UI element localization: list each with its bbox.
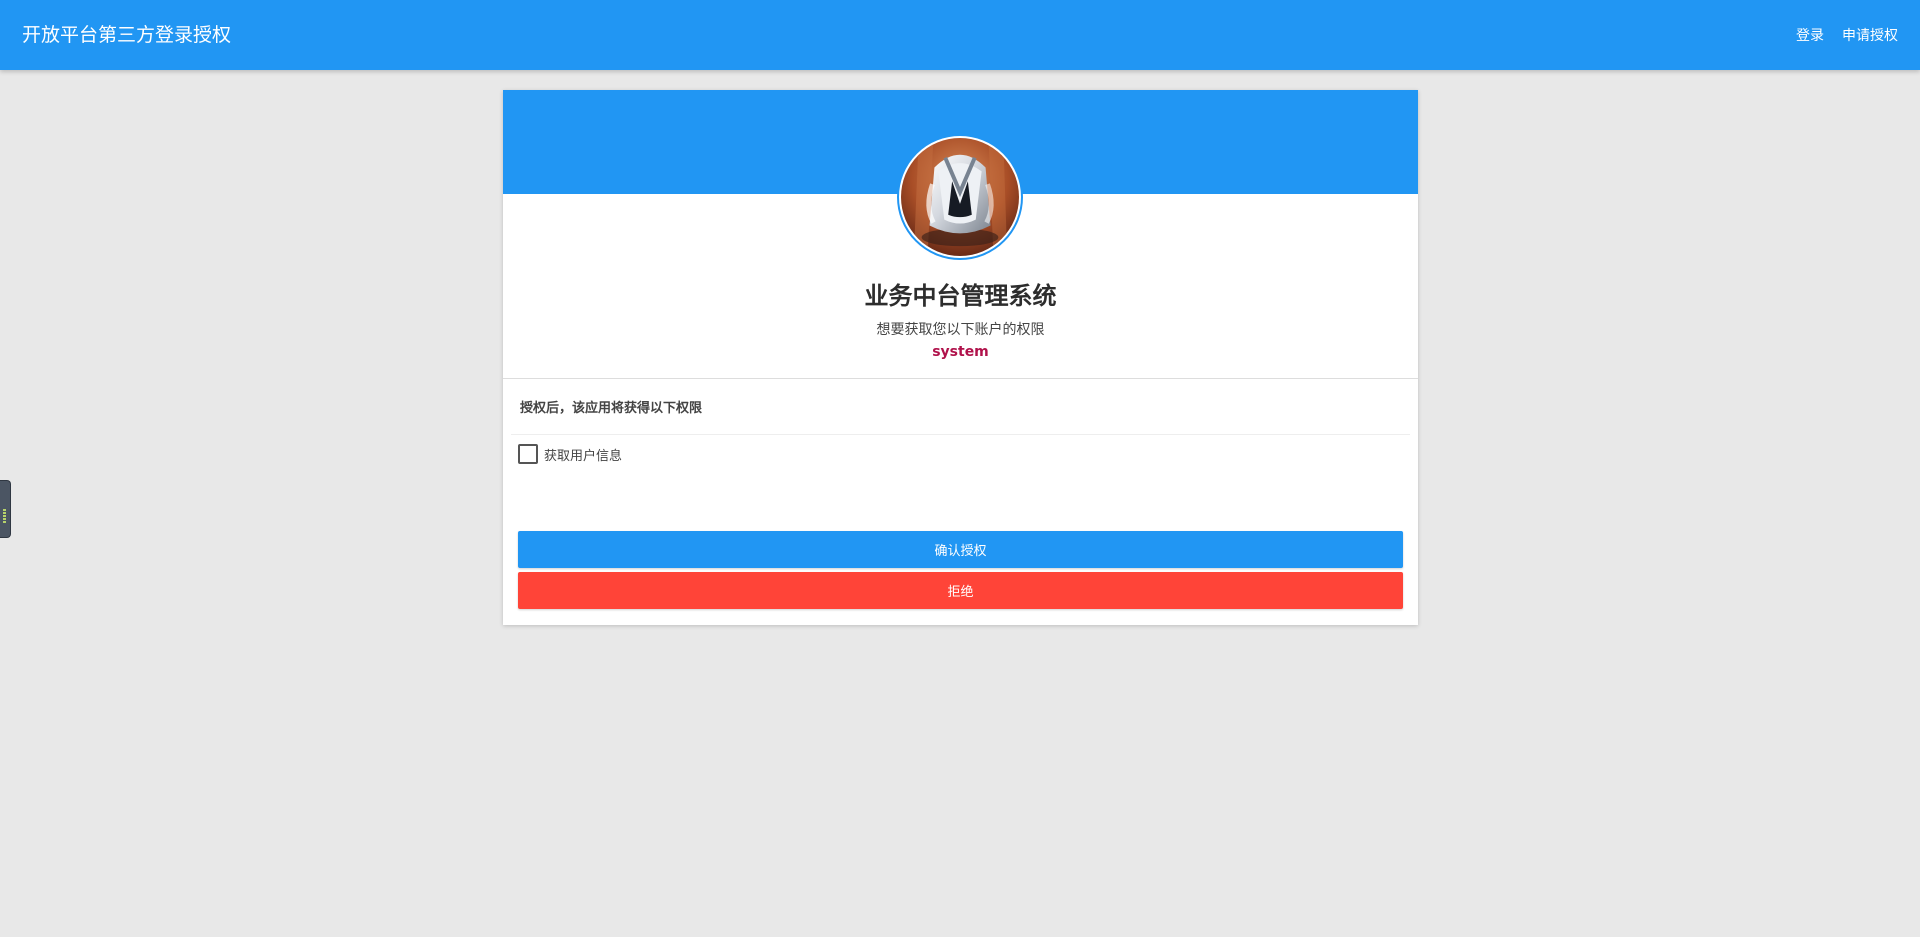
confirm-authorization-button[interactable]: 确认授权 [518, 531, 1403, 568]
account-name: system [932, 344, 989, 360]
permissions-title: 授权后，该应用将获得以下权限 [520, 401, 703, 416]
app-name: 业务中台管理系统 [864, 282, 1057, 310]
avatar [897, 134, 1023, 260]
permission-label: 获取用户信息 [544, 448, 623, 464]
login-link[interactable]: 登录 [1796, 25, 1824, 45]
section-divider [503, 378, 1418, 379]
side-drawer-handle[interactable] [0, 480, 11, 538]
app-avatar-icon [901, 138, 1019, 256]
drawer-grip-icon [3, 509, 6, 524]
user-info-checkbox[interactable] [518, 444, 538, 464]
top-navbar: 开放平台第三方登录授权 登录 申请授权 [0, 0, 1920, 70]
authorization-description: 想要获取您以下账户的权限 [876, 322, 1045, 338]
page-title: 开放平台第三方登录授权 [22, 24, 232, 46]
reject-button[interactable]: 拒绝 [518, 572, 1403, 609]
apply-authorization-link[interactable]: 申请授权 [1842, 25, 1898, 45]
top-nav: 登录 申请授权 [1796, 0, 1898, 70]
permission-user-info[interactable]: 获取用户信息 [518, 444, 622, 464]
authorization-card: 业务中台管理系统 想要获取您以下账户的权限 system 授权后，该应用将获得以… [503, 90, 1418, 625]
permissions-divider [511, 434, 1410, 435]
